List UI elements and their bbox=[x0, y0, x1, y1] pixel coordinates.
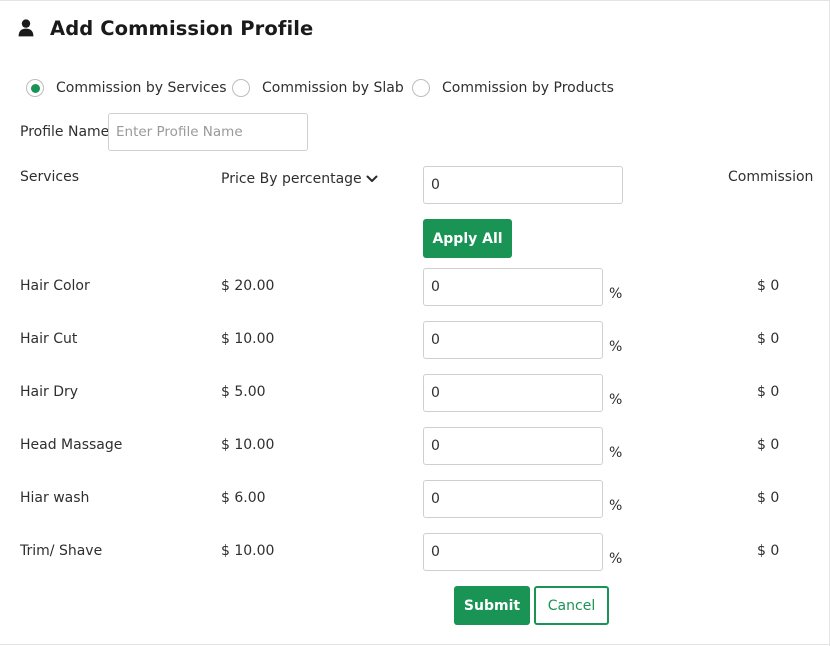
radio-button[interactable] bbox=[412, 79, 430, 97]
price-mode-dropdown[interactable]: Price By percentage bbox=[221, 169, 378, 188]
bottom-border bbox=[0, 644, 830, 645]
radio-selected-dot bbox=[30, 83, 40, 93]
percent-symbol: % bbox=[609, 445, 623, 461]
commission-amount: $ 0 bbox=[757, 437, 780, 453]
top-border bbox=[0, 0, 830, 1]
price-mode-label: Price By percentage bbox=[221, 170, 362, 187]
cancel-button[interactable]: Cancel bbox=[534, 586, 609, 625]
submit-button[interactable]: Submit bbox=[454, 586, 530, 625]
commission-amount: $ 0 bbox=[757, 331, 780, 347]
service-name: Hiar wash bbox=[20, 490, 90, 506]
radio-label-slab: Commission by Slab bbox=[262, 80, 404, 96]
percent-symbol: % bbox=[609, 286, 623, 302]
commission-percent-input[interactable] bbox=[423, 321, 603, 359]
table-row: Hair Dry $ 5.00% $ 0 bbox=[0, 374, 830, 420]
commission-amount: $ 0 bbox=[757, 384, 780, 400]
commission-percent-input[interactable] bbox=[423, 533, 603, 571]
radio-commission-by-products[interactable]: Commission by Products bbox=[412, 79, 614, 97]
radio-button-selected[interactable] bbox=[26, 79, 44, 97]
service-name: Hair Cut bbox=[20, 331, 78, 347]
service-price: $ 10.00 bbox=[221, 331, 275, 347]
table-row: Hiar wash $ 6.00% $ 0 bbox=[0, 480, 830, 526]
percent-symbol: % bbox=[609, 392, 623, 408]
commission-percent-input[interactable] bbox=[423, 480, 603, 518]
commission-percent-input[interactable] bbox=[423, 268, 603, 306]
page-title: Add Commission Profile bbox=[50, 16, 314, 40]
service-name: Trim/ Shave bbox=[20, 543, 103, 559]
commission-percent-input[interactable] bbox=[423, 427, 603, 465]
page-header: Add Commission Profile bbox=[18, 14, 313, 42]
service-name: Hair Dry bbox=[20, 384, 79, 400]
profile-name-label: Profile Name bbox=[20, 124, 110, 140]
percent-symbol: % bbox=[609, 498, 623, 514]
service-price: $ 10.00 bbox=[221, 437, 275, 453]
user-icon bbox=[18, 19, 34, 37]
service-name: Head Massage bbox=[20, 437, 123, 453]
radio-button[interactable] bbox=[232, 79, 250, 97]
table-row: Head Massage $ 10.00% $ 0 bbox=[0, 427, 830, 473]
services-header: Services bbox=[20, 169, 80, 185]
service-name: Hair Color bbox=[20, 278, 90, 294]
commission-amount: $ 0 bbox=[757, 278, 780, 294]
radio-commission-by-slab[interactable]: Commission by Slab bbox=[232, 79, 404, 97]
service-price: $ 6.00 bbox=[221, 490, 266, 506]
radio-label-services: Commission by Services bbox=[56, 80, 227, 96]
service-price: $ 5.00 bbox=[221, 384, 266, 400]
commission-percent-input[interactable] bbox=[423, 374, 603, 412]
table-row: Hair Color $ 20.00% $ 0 bbox=[0, 268, 830, 314]
service-price: $ 10.00 bbox=[221, 543, 275, 559]
commission-header: Commission bbox=[728, 169, 814, 185]
service-price: $ 20.00 bbox=[221, 278, 275, 294]
apply-all-value-input[interactable] bbox=[423, 166, 623, 204]
profile-name-input[interactable] bbox=[108, 113, 308, 151]
percent-symbol: % bbox=[609, 551, 623, 567]
radio-label-products: Commission by Products bbox=[442, 80, 614, 96]
table-row: Hair Cut $ 10.00% $ 0 bbox=[0, 321, 830, 367]
chevron-down-icon bbox=[362, 169, 378, 188]
percent-symbol: % bbox=[609, 339, 623, 355]
radio-commission-by-services[interactable]: Commission by Services bbox=[26, 79, 227, 97]
commission-amount: $ 0 bbox=[757, 543, 780, 559]
table-row: Trim/ Shave $ 10.00% $ 0 bbox=[0, 533, 830, 579]
commission-amount: $ 0 bbox=[757, 490, 780, 506]
apply-all-button[interactable]: Apply All bbox=[423, 219, 512, 258]
